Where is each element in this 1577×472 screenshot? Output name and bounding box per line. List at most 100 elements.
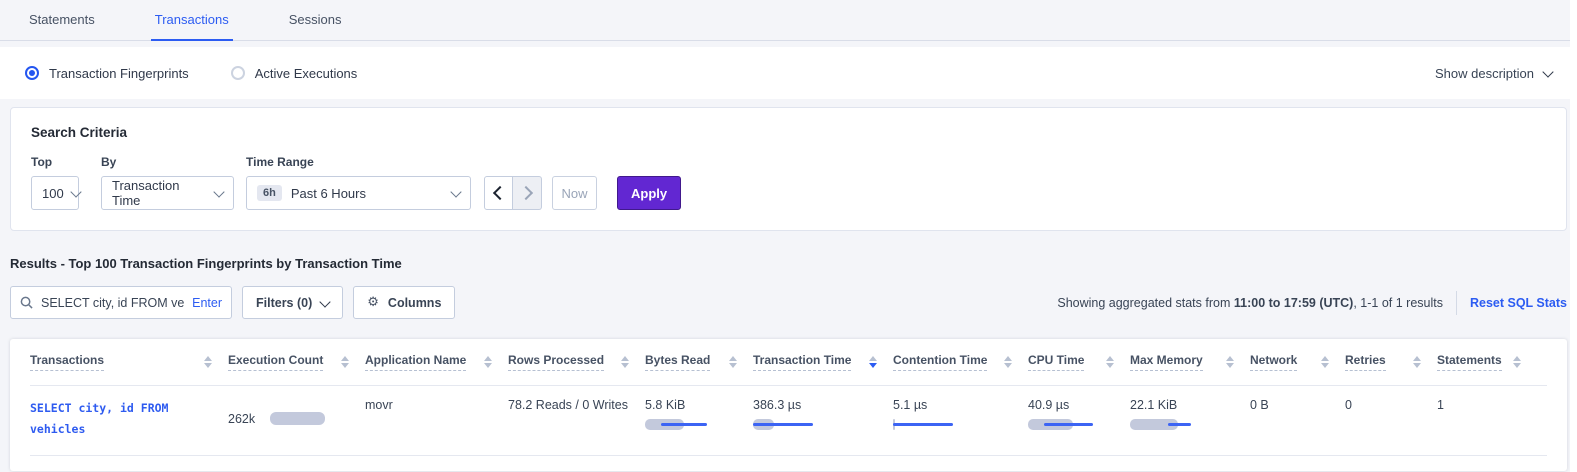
table-row: SELECT city, id FROM vehicles 262k movr78.… bbox=[30, 386, 1547, 456]
table-cell-application_name: movr bbox=[365, 398, 508, 439]
search-enter-button[interactable]: Enter bbox=[192, 296, 222, 310]
table-cell-contention_time: 5.1 µs bbox=[893, 398, 1028, 439]
column-header-contention_time[interactable]: Contention Time bbox=[893, 353, 1028, 371]
now-button[interactable]: Now bbox=[552, 176, 597, 210]
time-range-badge: 6h bbox=[257, 185, 282, 201]
next-time-window-button[interactable] bbox=[513, 176, 542, 210]
table-cell-bytes_read: 5.8 KiB bbox=[645, 398, 753, 439]
reset-sql-stats-link[interactable]: Reset SQL Stats bbox=[1470, 296, 1567, 310]
results-heading: Results - Top 100 Transaction Fingerprin… bbox=[10, 256, 1567, 271]
sort-icon[interactable] bbox=[1513, 356, 1521, 368]
filters-label: Filters (0) bbox=[256, 296, 312, 310]
table-cell-rows_processed: 78.2 Reads / 0 Writes bbox=[508, 398, 645, 439]
search-input[interactable]: SELECT city, id FROM vehicles W Enter bbox=[10, 286, 232, 319]
column-header-transaction_time[interactable]: Transaction Time bbox=[753, 353, 893, 371]
column-label: Application Name bbox=[365, 353, 466, 371]
radio-selected-icon[interactable] bbox=[25, 66, 39, 80]
time-range-label: Time Range bbox=[246, 155, 471, 169]
sort-icon[interactable] bbox=[1106, 356, 1114, 368]
top-select[interactable]: 100 bbox=[31, 176, 79, 210]
view-toggle-bar: Transaction Fingerprints Active Executio… bbox=[0, 47, 1577, 99]
sort-icon[interactable] bbox=[869, 356, 877, 368]
sort-icon[interactable] bbox=[1226, 356, 1234, 368]
table-cell-max_memory: 22.1 KiB bbox=[1130, 398, 1250, 439]
chevron-down-icon bbox=[70, 186, 81, 197]
column-header-application_name[interactable]: Application Name bbox=[365, 353, 508, 371]
column-header-bytes_read[interactable]: Bytes Read bbox=[645, 353, 753, 371]
table-cell-transactions: SELECT city, id FROM vehicles bbox=[30, 398, 228, 439]
column-header-network[interactable]: Network bbox=[1250, 353, 1345, 371]
scrollbar-track[interactable] bbox=[1570, 0, 1577, 472]
time-range-select[interactable]: 6h Past 6 Hours bbox=[246, 176, 471, 210]
divider bbox=[1456, 291, 1457, 315]
column-header-max_memory[interactable]: Max Memory bbox=[1130, 353, 1250, 371]
columns-button[interactable]: ⚙ Columns bbox=[353, 286, 455, 319]
sort-icon[interactable] bbox=[484, 356, 492, 368]
sort-icon[interactable] bbox=[621, 356, 629, 368]
column-label: Transaction Time bbox=[753, 353, 851, 371]
by-label: By bbox=[101, 155, 234, 169]
cell-value: 5.8 KiB bbox=[645, 398, 737, 412]
sort-icon[interactable] bbox=[729, 356, 737, 368]
filters-button[interactable]: Filters (0) bbox=[242, 286, 343, 319]
sort-icon[interactable] bbox=[1004, 356, 1012, 368]
chevron-down-icon bbox=[1542, 66, 1553, 77]
metric-bar bbox=[893, 419, 958, 430]
column-label: Contention Time bbox=[893, 353, 987, 371]
column-header-transactions[interactable]: Transactions bbox=[30, 353, 228, 371]
search-input-value[interactable]: SELECT city, id FROM vehicles W bbox=[41, 296, 184, 310]
column-header-rows_processed[interactable]: Rows Processed bbox=[508, 353, 645, 371]
radio-label: Active Executions bbox=[255, 66, 358, 81]
show-description-toggle[interactable]: Show description bbox=[1435, 66, 1552, 81]
search-criteria-title: Search Criteria bbox=[31, 125, 1546, 140]
column-header-cpu_time[interactable]: CPU Time bbox=[1028, 353, 1130, 371]
column-header-execution_count[interactable]: Execution Count bbox=[228, 353, 365, 371]
top-select-value: 100 bbox=[42, 186, 64, 201]
time-range-value: Past 6 Hours bbox=[291, 186, 366, 201]
tab-sessions[interactable]: Sessions bbox=[285, 0, 346, 41]
chevron-right-icon bbox=[518, 186, 532, 200]
sort-icon[interactable] bbox=[204, 356, 212, 368]
table-header-row: TransactionsExecution CountApplication N… bbox=[30, 339, 1547, 386]
metric-bar bbox=[1028, 419, 1093, 430]
tab-statements[interactable]: Statements bbox=[25, 0, 99, 41]
top-label: Top bbox=[31, 155, 79, 169]
by-field: By Transaction Time bbox=[101, 155, 234, 210]
column-header-retries[interactable]: Retries bbox=[1345, 353, 1437, 371]
sort-icon[interactable] bbox=[341, 356, 349, 368]
by-select-value: Transaction Time bbox=[112, 178, 207, 208]
sort-icon[interactable] bbox=[1413, 356, 1421, 368]
columns-label: Columns bbox=[388, 296, 441, 310]
radio-active-executions[interactable]: Active Executions bbox=[231, 66, 358, 81]
chevron-down-icon bbox=[320, 296, 331, 307]
chevron-down-icon bbox=[213, 186, 224, 197]
chevron-down-icon bbox=[450, 186, 461, 197]
metric-bar bbox=[1130, 419, 1195, 430]
cell-value: 22.1 KiB bbox=[1130, 398, 1234, 412]
stats-time-window: 11:00 to 17:59 (UTC) bbox=[1234, 296, 1353, 310]
tab-bar: Statements Transactions Sessions bbox=[0, 0, 1577, 41]
aggregated-stats-text: Showing aggregated stats from 11:00 to 1… bbox=[1057, 296, 1443, 310]
radio-label: Transaction Fingerprints bbox=[49, 66, 189, 81]
column-label: Statements bbox=[1437, 353, 1502, 371]
top-field: Top 100 bbox=[31, 155, 79, 210]
radio-unselected-icon[interactable] bbox=[231, 66, 245, 80]
column-label: Retries bbox=[1345, 353, 1386, 371]
metric-bar bbox=[645, 419, 710, 430]
column-label: Max Memory bbox=[1130, 353, 1203, 371]
previous-time-window-button[interactable] bbox=[484, 176, 513, 210]
by-select[interactable]: Transaction Time bbox=[101, 176, 234, 210]
sort-icon[interactable] bbox=[1321, 356, 1329, 368]
chevron-left-icon bbox=[493, 186, 507, 200]
table-cell-statements: 1 bbox=[1437, 398, 1537, 439]
tab-transactions[interactable]: Transactions bbox=[151, 0, 233, 41]
cell-value: 262k bbox=[228, 412, 255, 426]
apply-button[interactable]: Apply bbox=[617, 176, 681, 210]
transaction-query-link[interactable]: SELECT city, id FROM vehicles bbox=[30, 398, 182, 439]
metric-bar bbox=[753, 419, 818, 430]
time-range-pager bbox=[484, 176, 542, 210]
search-criteria-panel: Search Criteria Top 100 By Transaction T… bbox=[10, 107, 1567, 231]
cell-value: 386.3 µs bbox=[753, 398, 877, 412]
column-header-statements[interactable]: Statements bbox=[1437, 353, 1537, 371]
radio-transaction-fingerprints[interactable]: Transaction Fingerprints bbox=[25, 66, 189, 81]
